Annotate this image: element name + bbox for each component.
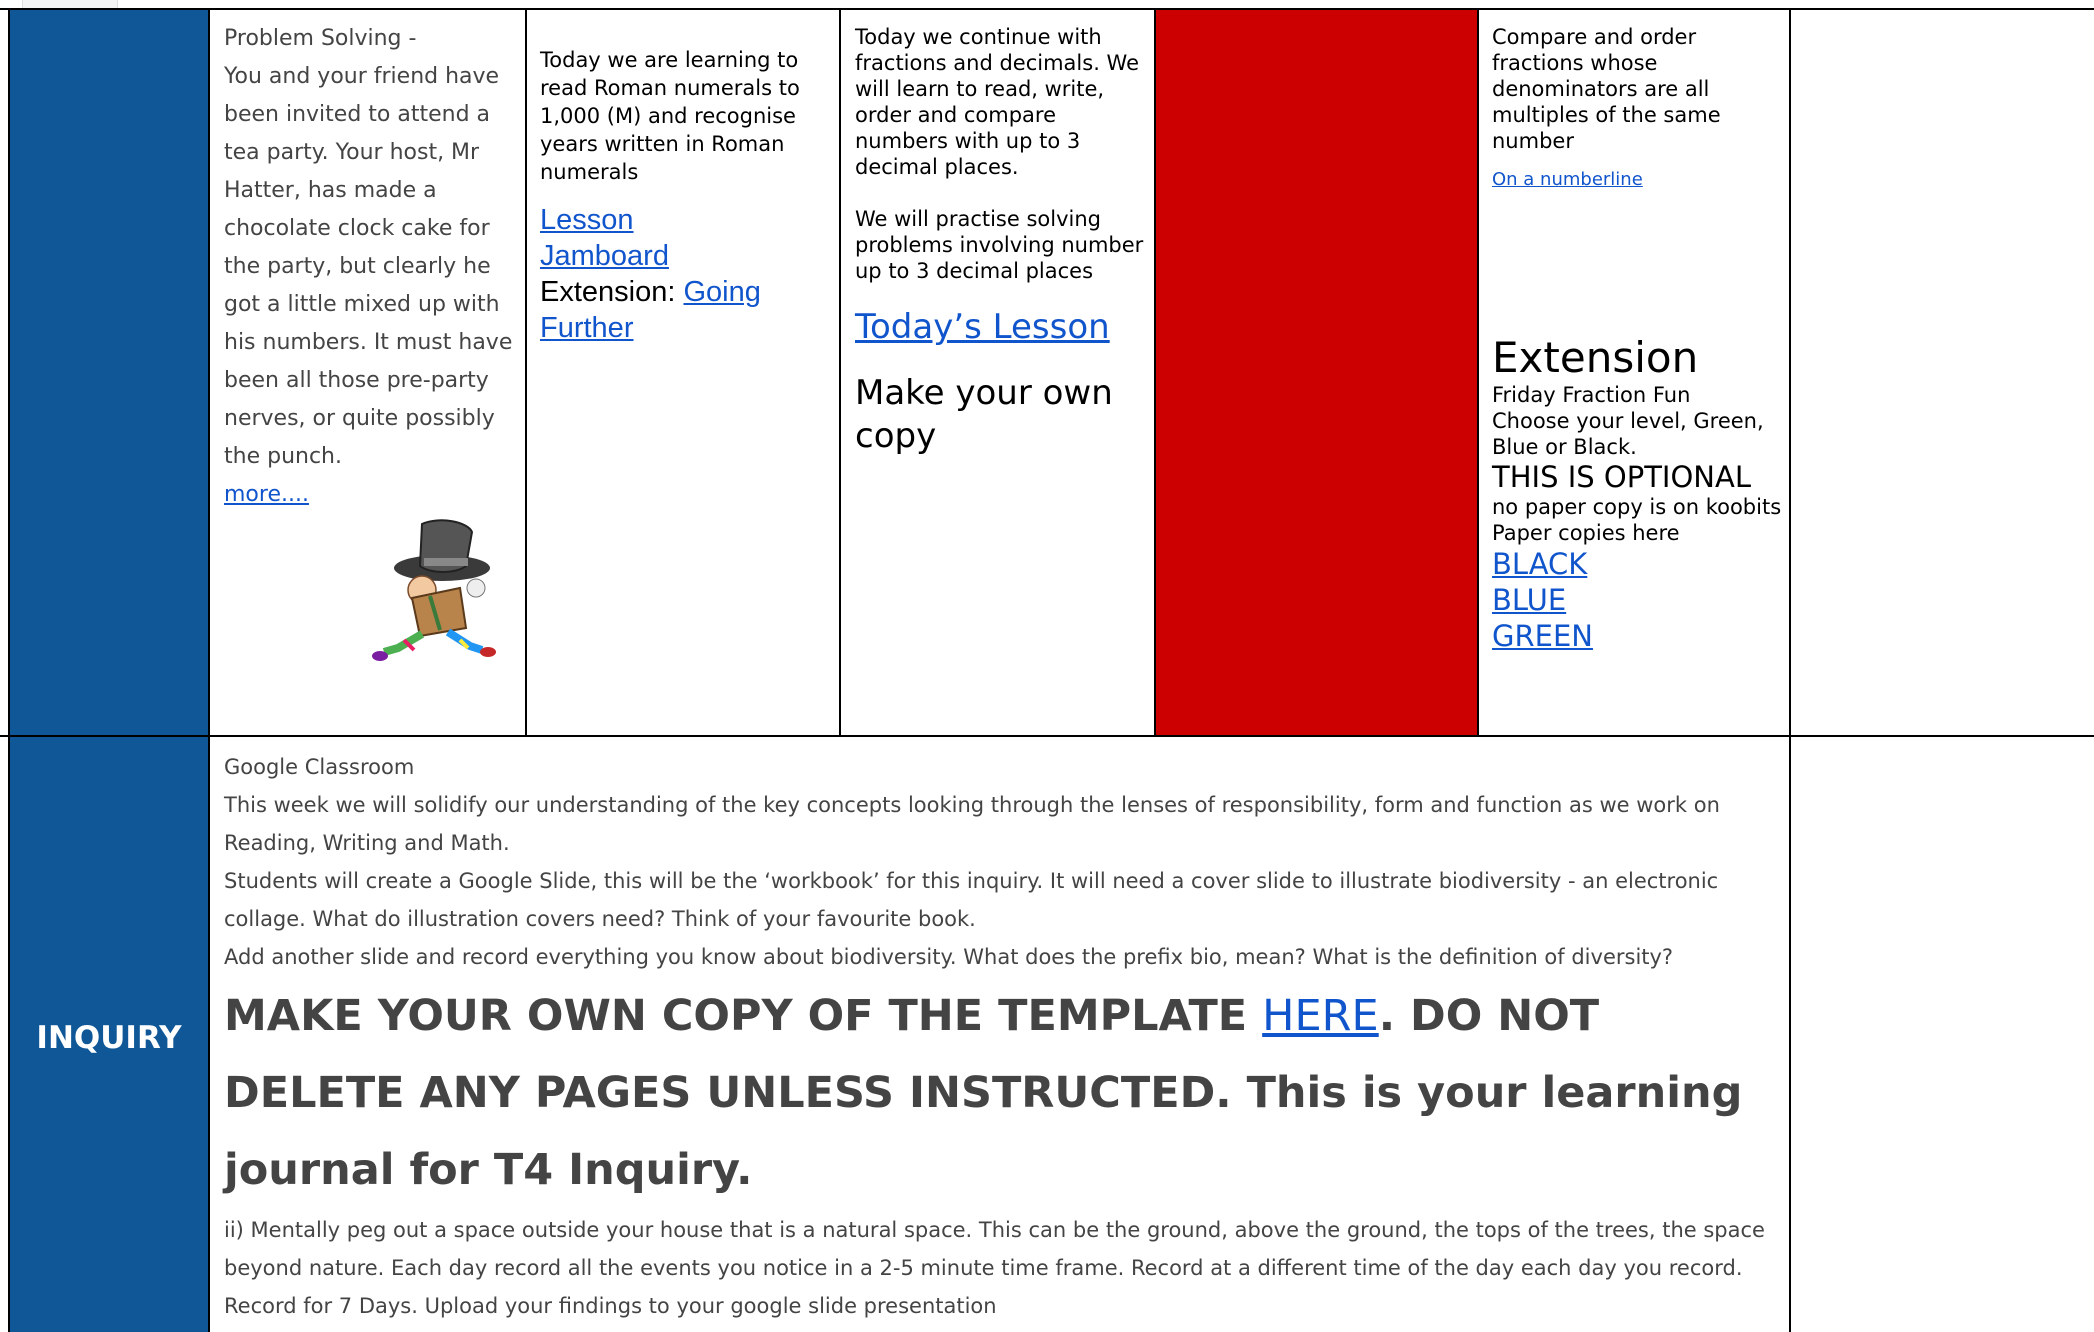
border-col5: [1477, 8, 1479, 737]
jamboard-link[interactable]: Jamboard: [540, 240, 669, 272]
row-divider: [0, 735, 2094, 737]
inquiry-para-1: This week we will solidify our understan…: [224, 793, 1720, 855]
optional-notice: THIS IS OPTIONAL: [1492, 460, 1751, 494]
border-col6: [1789, 8, 1791, 1332]
more-link[interactable]: more....: [224, 482, 309, 507]
inquiry-para-2: Students will create a Google Slide, thi…: [224, 869, 1719, 931]
red-cell: [1156, 10, 1479, 737]
black-level-link[interactable]: BLACK: [1492, 547, 1587, 581]
extension-heading: Extension: [1492, 333, 1699, 382]
left-label-column: [10, 10, 209, 1332]
extension-label: Extension:: [540, 276, 684, 308]
template-here-link[interactable]: HERE: [1262, 991, 1379, 1041]
border-col3: [839, 8, 841, 737]
no-paper-copy-note: no paper copy is on koobits: [1492, 495, 1782, 519]
blue-level-link[interactable]: BLUE: [1492, 583, 1566, 617]
inquiry-content: Google Classroom This week we will solid…: [224, 748, 1780, 1325]
roman-numerals-cell: Today we are learning to read Roman nume…: [540, 46, 818, 346]
inquiry-label: INQUIRY: [36, 1020, 182, 1056]
google-classroom-title: Google Classroom: [224, 755, 415, 779]
fractions-practice: We will practise solving problems involv…: [855, 207, 1144, 283]
fractions-decimals-cell: Today we continue with fractions and dec…: [855, 24, 1147, 458]
paper-copies-label: Paper copies here: [1492, 521, 1680, 545]
green-level-link[interactable]: GREEN: [1492, 619, 1593, 653]
border-col2: [525, 8, 527, 737]
border-left: [8, 8, 10, 1332]
problem-solving-cell: Problem Solving - You and your friend ha…: [224, 20, 514, 514]
todays-lesson-link[interactable]: Today’s Lesson: [855, 306, 1147, 348]
table-top-border: [0, 8, 2094, 10]
border-after-label: [208, 8, 210, 1332]
make-own-copy: Make your own copy: [855, 373, 1113, 456]
numberline-link[interactable]: On a numberline: [1492, 168, 1782, 192]
compare-fractions-cell: Compare and order fractions whose denomi…: [1492, 24, 1782, 654]
problem-solving-body: You and your friend have been invited to…: [224, 64, 513, 469]
template-text-before: MAKE YOUR OWN COPY OF THE TEMPLATE: [224, 991, 1263, 1041]
border-col4: [1154, 8, 1156, 737]
lesson-link[interactable]: Lesson: [540, 204, 634, 236]
inquiry-para-4: ii) Mentally peg out a space outside you…: [224, 1218, 1765, 1318]
inquiry-para-3: Add another slide and record everything …: [224, 945, 1674, 969]
roman-numerals-intro: Today we are learning to read Roman nume…: [540, 48, 800, 184]
fraction-fun-line: Friday Fraction Fun: [1492, 383, 1691, 407]
compare-fractions-intro: Compare and order fractions whose denomi…: [1492, 25, 1721, 153]
template-instructions: MAKE YOUR OWN COPY OF THE TEMPLATE HERE.…: [224, 978, 1780, 1209]
fractions-intro: Today we continue with fractions and dec…: [855, 25, 1140, 179]
problem-solving-title: Problem Solving -: [224, 26, 417, 51]
choose-level-line: Choose your level, Green, Blue or Black.: [1492, 409, 1764, 459]
mad-hatter-illustration: [372, 519, 496, 661]
